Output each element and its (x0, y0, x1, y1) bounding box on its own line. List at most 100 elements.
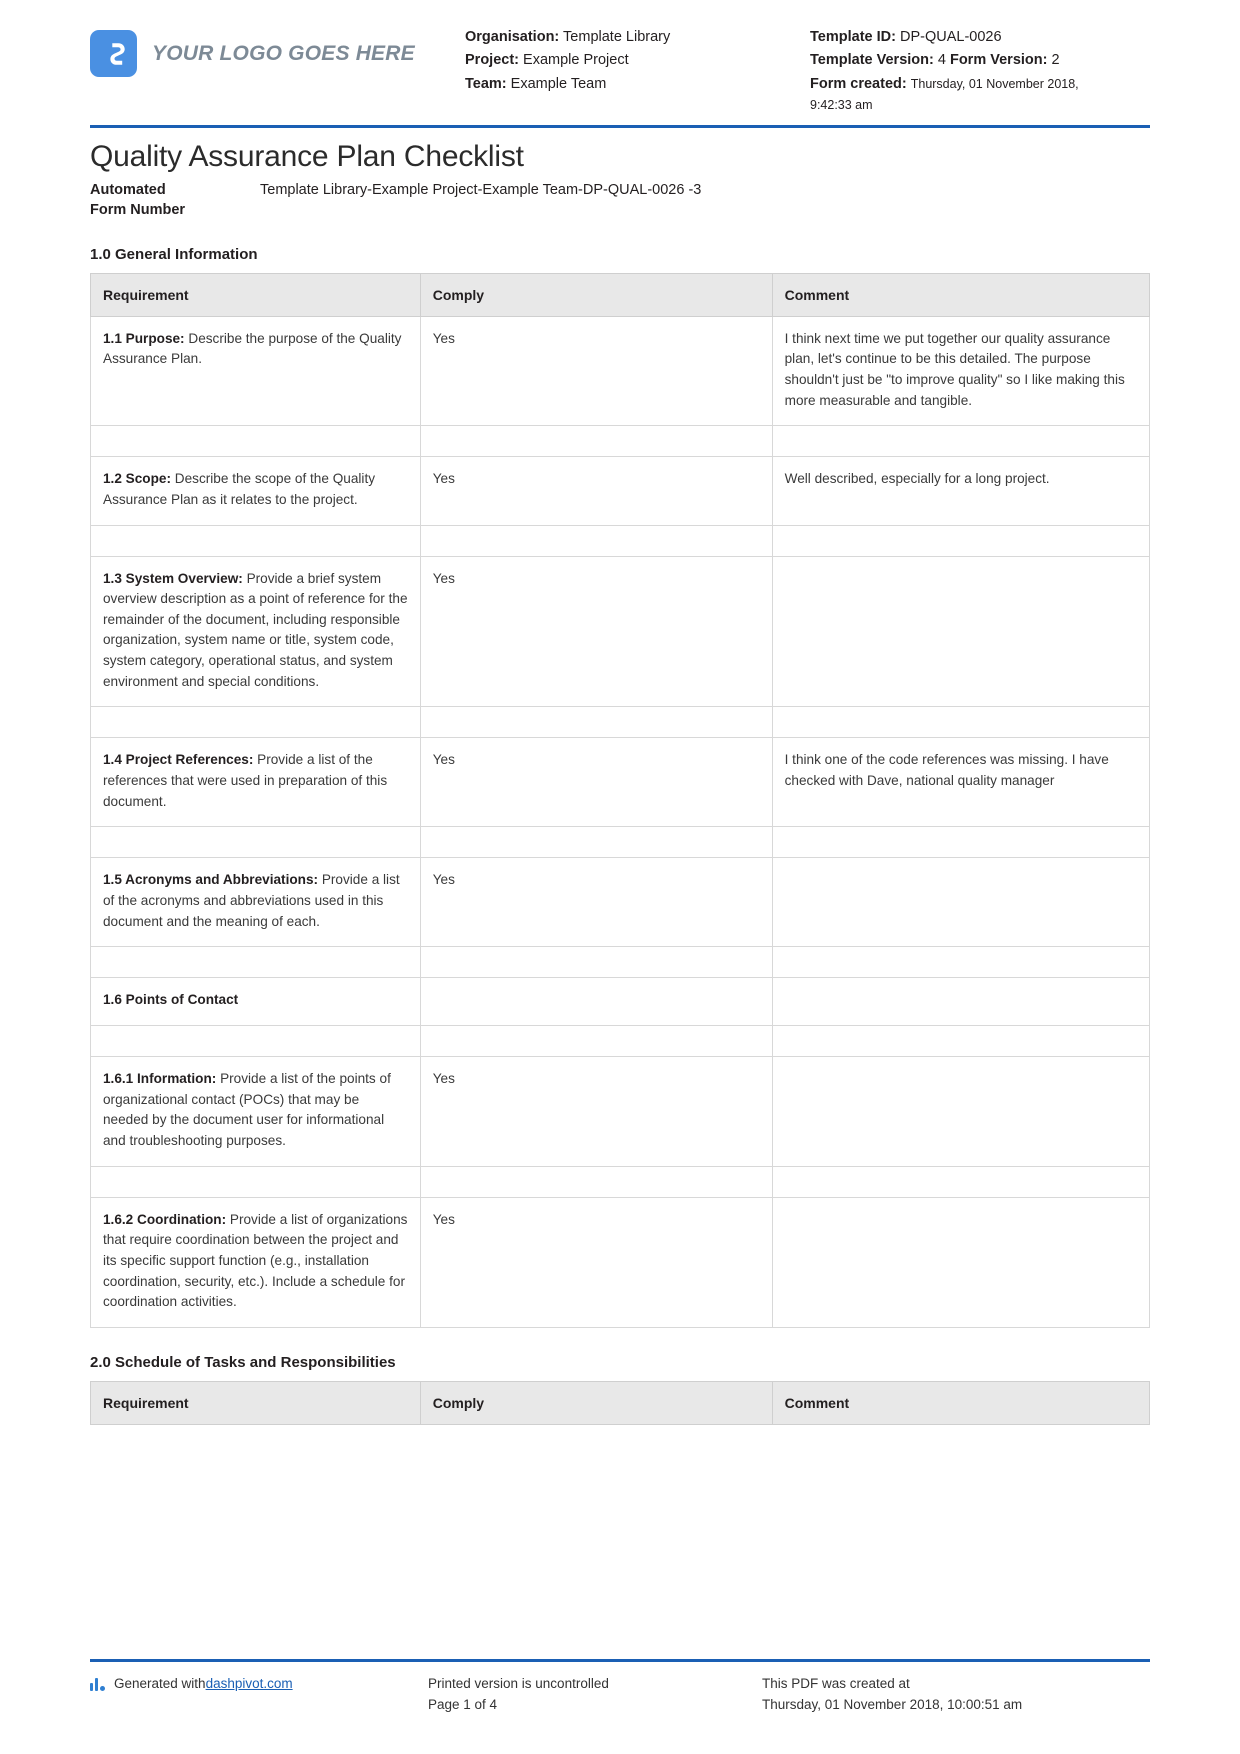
checklist-table: Requirement Comply Comment (90, 1380, 1150, 1425)
cell-comply (420, 978, 773, 1027)
meta-project-value: Example Project (523, 52, 629, 69)
column-header-comply: Comply (420, 272, 773, 317)
spacer-cell (90, 827, 421, 859)
cell-requirement: 1.6 Points of Contact (90, 978, 421, 1027)
cell-comply: Yes (420, 1057, 773, 1167)
spacer-cell (772, 947, 1150, 979)
table-row: 1.6.1 Information: Provide a list of the… (90, 1057, 1150, 1167)
column-header-comment: Comment (772, 1380, 1150, 1425)
cell-comply: Yes (420, 738, 773, 828)
header-meta-left: Organisation: Template Library Project: … (465, 22, 810, 96)
footer-generated-prefix: Generated with (114, 1676, 206, 1692)
requirement-lead: 1.5 Acronyms and Abbreviations: (103, 872, 319, 888)
spacer-cell (90, 707, 421, 739)
meta-form-created-key: Form created: (810, 75, 907, 92)
footer-uncontrolled-note: Printed version is uncontrolled (428, 1676, 609, 1692)
dashpivot-bars-icon (90, 1676, 107, 1692)
row-spacer (90, 707, 1150, 739)
footer-page-number: Page 1 of 4 (428, 1697, 498, 1713)
row-spacer (90, 1026, 1150, 1058)
cell-requirement: 1.6.2 Coordination: Provide a list of or… (90, 1197, 421, 1328)
cell-comment (772, 556, 1150, 708)
spacer-cell (772, 426, 1150, 458)
footer-created-at: This PDF was created at Thursday, 01 Nov… (762, 1674, 1150, 1716)
section-heading: 2.0 Schedule of Tasks and Responsibiliti… (90, 1353, 396, 1371)
requirement-lead: 1.6 Points of Contact (103, 992, 239, 1008)
cell-comment (772, 1057, 1150, 1167)
meta-template-version-value: 4 (937, 52, 946, 69)
document-header: YOUR LOGO GOES HERE Organisation: Templa… (0, 0, 1240, 115)
spacer-cell (420, 1166, 773, 1198)
table-row: 1.5 Acronyms and Abbreviations: Provide … (90, 858, 1150, 948)
section-heading: 1.0 General Information (90, 245, 258, 263)
meta-form-created-value: Thursday, 01 November 2018, (910, 76, 1079, 91)
checklist-table-body: 1.1 Purpose: Describe the purpose of the… (90, 316, 1150, 1328)
spacer-cell (420, 525, 773, 557)
meta-template-id-key: Template ID: (810, 29, 896, 45)
cell-comply: Yes (420, 858, 773, 948)
automated-form-number-label-line2: Form Number (90, 201, 186, 218)
meta-form-created: Form created: Thursday, 01 November 2018… (810, 73, 1150, 96)
cell-comply: Yes (420, 556, 773, 708)
page-title: Quality Assurance Plan Checklist (90, 139, 524, 173)
automated-form-number-label: Automated Form Number (90, 180, 260, 220)
row-spacer (90, 426, 1150, 458)
spacer-cell (420, 426, 773, 458)
cell-requirement: 1.5 Acronyms and Abbreviations: Provide … (90, 858, 421, 948)
meta-project: Project: Example Project (465, 49, 810, 72)
spacer-cell (420, 707, 773, 739)
spacer-cell (772, 827, 1150, 859)
cell-comment (772, 858, 1150, 948)
meta-versions: Template Version: 4 Form Version: 2 (810, 49, 1150, 72)
meta-team-key: Team: (465, 75, 507, 92)
spacer-cell (420, 947, 773, 979)
meta-template-id-value: DP-QUAL-0026 (899, 29, 1002, 45)
spacer-cell (772, 525, 1150, 557)
meta-template-version-key: Template Version: (810, 52, 934, 69)
spacer-cell (420, 1026, 773, 1058)
cell-comply: Yes (420, 457, 773, 526)
automated-form-number-value: Template Library-Example Project-Example… (260, 181, 702, 198)
footer-print-status: Printed version is uncontrolled Page 1 o… (428, 1674, 762, 1716)
row-spacer (90, 947, 1150, 979)
column-header-comply: Comply (420, 1380, 773, 1425)
company-logo-icon (90, 30, 137, 77)
row-spacer (90, 827, 1150, 859)
table-row: 1.3 System Overview: Provide a brief sys… (90, 556, 1150, 708)
spacer-cell (772, 707, 1150, 739)
table-row: 1.1 Purpose: Describe the purpose of the… (90, 316, 1150, 427)
title-block: Quality Assurance Plan Checklist Automat… (0, 128, 1240, 220)
cell-comply: Yes (420, 1197, 773, 1328)
checklist-table: Requirement Comply Comment 1.1 Purpose: … (90, 272, 1150, 1328)
document-page: YOUR LOGO GOES HERE Organisation: Templa… (0, 0, 1240, 1754)
spacer-cell (90, 426, 421, 458)
meta-team-value: Example Team (510, 75, 607, 92)
meta-organisation-value: Template Library (563, 29, 671, 45)
spacer-cell (772, 1166, 1150, 1198)
spacer-cell (420, 827, 773, 859)
table-row: 1.6 Points of Contact (90, 978, 1150, 1027)
column-header-requirement: Requirement (90, 1380, 421, 1425)
meta-form-version-value: 2 (1051, 52, 1060, 69)
requirement-lead: 1.4 Project References: (103, 752, 254, 768)
requirement-lead: 1.3 System Overview: (103, 570, 243, 586)
dashpivot-link[interactable]: dashpivot.com (206, 1674, 293, 1695)
cell-comment: I think one of the code references was m… (772, 738, 1150, 828)
cell-requirement: 1.3 System Overview: Provide a brief sys… (90, 556, 421, 708)
document-footer: Generated with dashpivot.com Printed ver… (0, 1649, 1240, 1716)
footer-created-at-label: This PDF was created at (762, 1676, 910, 1692)
cell-comment (772, 1197, 1150, 1328)
cell-requirement: 1.4 Project References: Provide a list o… (90, 738, 421, 828)
column-header-comment: Comment (772, 272, 1150, 317)
spacer-cell (90, 1166, 421, 1198)
cell-comply: Yes (420, 316, 773, 427)
footer-generated-with: Generated with dashpivot.com (90, 1674, 428, 1716)
column-header-requirement: Requirement (90, 272, 421, 317)
requirement-lead: 1.2 Scope: (103, 471, 171, 487)
cell-requirement: 1.6.1 Information: Provide a list of the… (90, 1057, 421, 1167)
meta-form-created-time: 9:42:33 am (810, 98, 873, 113)
section-general-information: 1.0 General Information Requirement Comp… (90, 246, 1150, 1328)
table-row: 1.6.2 Coordination: Provide a list of or… (90, 1197, 1150, 1328)
automated-form-number-label-line1: Automated (90, 181, 166, 198)
spacer-cell (90, 947, 421, 979)
